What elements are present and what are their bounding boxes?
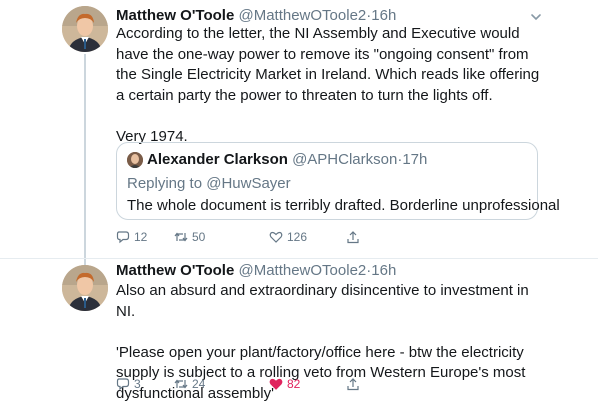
tweet-2[interactable]: Matthew O'Toole @MatthewOToole2·16h Also… [0, 259, 598, 402]
reply-icon [116, 378, 130, 391]
quoted-timestamp: 17h [402, 151, 428, 168]
author-name[interactable]: Matthew O'Toole [116, 7, 234, 24]
quoted-text: The whole document is terribly drafted. … [127, 197, 560, 214]
timestamp[interactable]: 16h [371, 262, 396, 279]
tweet-1[interactable]: Matthew O'Toole @MatthewOToole2·16h Acco… [0, 0, 598, 266]
retweet-count: 50 [192, 230, 206, 244]
quoted-header: Alexander Clarkson @APHClarkson·17h [147, 151, 427, 169]
reply-count: 3 [134, 377, 141, 391]
retweet-icon [174, 232, 188, 242]
reply-button[interactable]: 12 [116, 230, 147, 244]
quoted-author-handle: @APHClarkson [292, 151, 398, 168]
share-icon [347, 378, 359, 391]
tweet-header: Matthew O'Toole @MatthewOToole2·16h [116, 262, 396, 280]
replying-to-label: Replying to [127, 175, 203, 192]
author-handle[interactable]: @MatthewOToole2 [238, 262, 366, 279]
reply-count: 12 [134, 230, 148, 244]
tweet-actions: 3 24 82 [116, 377, 376, 395]
like-count: 126 [287, 230, 308, 244]
share-icon [347, 231, 359, 244]
avatar[interactable] [62, 265, 108, 311]
replying-to-handle[interactable]: @HuwSayer [206, 175, 290, 192]
reply-button[interactable]: 3 [116, 377, 141, 391]
author-handle[interactable]: @MatthewOToole2 [238, 7, 366, 24]
tweet-header: Matthew O'Toole @MatthewOToole2·16h [116, 7, 396, 25]
retweet-button[interactable]: 24 [174, 377, 205, 391]
reply-icon [116, 231, 130, 244]
timestamp[interactable]: 16h [371, 7, 396, 24]
quoted-tweet[interactable]: Alexander Clarkson @APHClarkson·17h Repl… [116, 142, 560, 220]
tweet-actions: 12 50 126 [116, 230, 376, 248]
like-button[interactable]: 82 [269, 377, 300, 391]
chevron-down-icon[interactable] [530, 10, 542, 22]
retweet-icon [174, 379, 188, 389]
like-icon [269, 378, 283, 390]
thread-line [84, 54, 86, 266]
like-count: 82 [287, 377, 301, 391]
author-name[interactable]: Matthew O'Toole [116, 262, 234, 279]
share-button[interactable] [346, 230, 360, 244]
like-button[interactable]: 126 [269, 230, 307, 244]
retweet-button[interactable]: 50 [174, 230, 205, 244]
share-button[interactable] [346, 377, 360, 391]
replying-to: Replying to @HuwSayer [127, 175, 291, 193]
like-icon [269, 231, 283, 243]
quoted-author-name: Alexander Clarkson [147, 151, 288, 168]
avatar[interactable] [62, 6, 108, 52]
tweet-text: According to the letter, the NI Assembly… [116, 25, 540, 145]
quoted-avatar [127, 152, 143, 168]
retweet-count: 24 [192, 377, 206, 391]
